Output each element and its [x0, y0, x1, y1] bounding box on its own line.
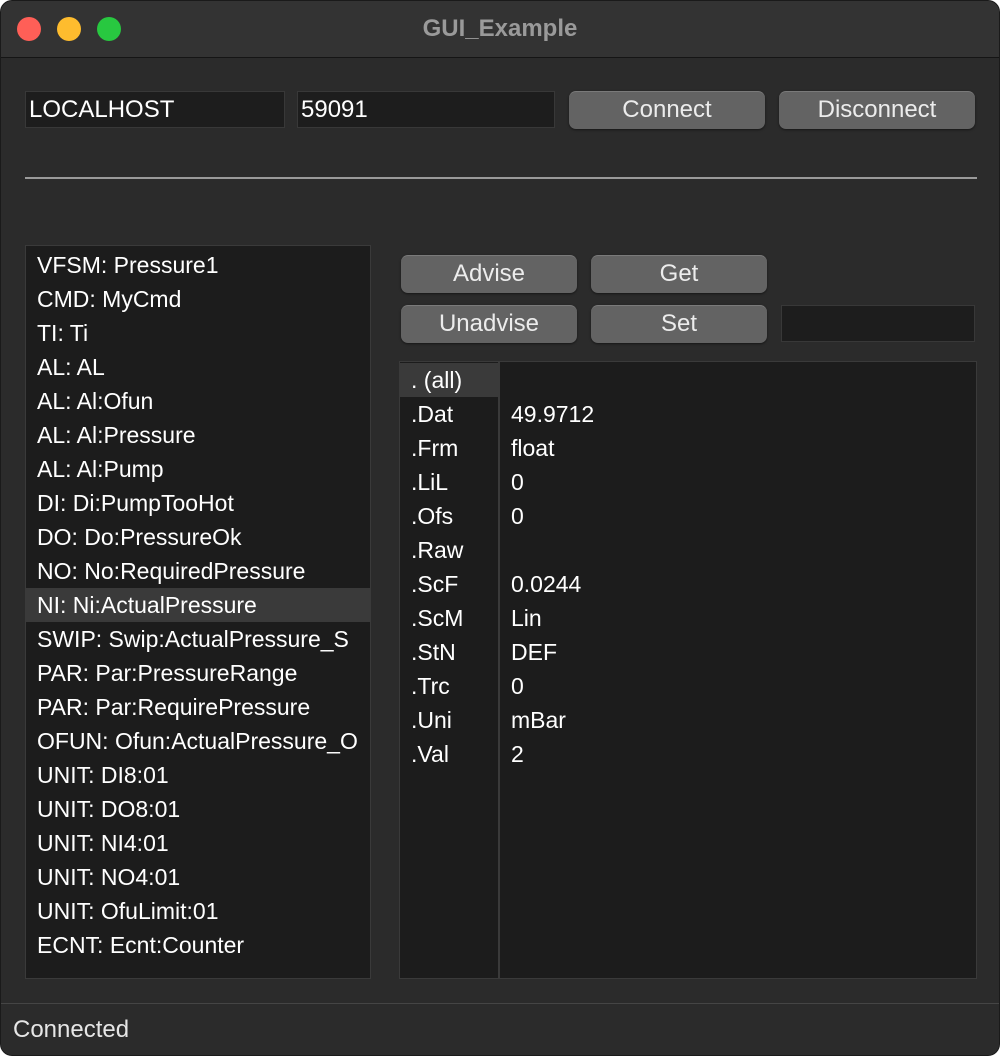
property-key: .StN — [411, 639, 456, 665]
table-row[interactable]: .ScF 0.0244 — [400, 567, 976, 601]
list-item[interactable]: UNIT: OfuLimit:01 — [26, 894, 370, 928]
list-item[interactable]: TI: Ti — [26, 316, 370, 350]
table-row[interactable]: .Ofs 0 — [400, 499, 976, 533]
property-table[interactable]: . (all) .Dat 49.9712 .Frm float .LiL 0 .Ofs 0 .Ra… — [399, 361, 977, 979]
list-item[interactable]: DI: Di:PumpTooHot — [26, 486, 370, 520]
list-item[interactable]: UNIT: DI8:01 — [26, 758, 370, 792]
table-row[interactable]: .Frm float — [400, 431, 976, 465]
property-key: .Dat — [411, 401, 454, 427]
property-key: .Raw — [411, 537, 464, 563]
property-key: .ScM — [411, 605, 464, 631]
list-item[interactable]: PAR: Par:RequirePressure — [26, 690, 370, 724]
status-text: Connected — [13, 1016, 130, 1043]
table-row[interactable]: .Raw — [400, 533, 976, 567]
set-value-input[interactable] — [781, 305, 975, 342]
list-item[interactable]: SWIP: Swip:ActualPressure_S — [26, 622, 370, 656]
property-value: float — [511, 435, 555, 461]
list-item[interactable]: AL: Al:Ofun — [26, 384, 370, 418]
list-item[interactable]: ECNT: Ecnt:Counter — [26, 928, 370, 962]
property-key: .Uni — [411, 707, 452, 733]
list-item[interactable]: AL: Al:Pressure — [26, 418, 370, 452]
list-item[interactable]: VFSM: Pressure1 — [26, 248, 370, 282]
port-input[interactable] — [297, 91, 555, 128]
item-list[interactable]: VFSM: Pressure1 CMD: MyCmd TI: Ti AL: AL AL:… — [25, 245, 371, 979]
list-item[interactable]: NO: No:RequiredPressure — [26, 554, 370, 588]
list-item[interactable]: UNIT: NO4:01 — [26, 860, 370, 894]
list-item[interactable]: UNIT: DO8:01 — [26, 792, 370, 826]
list-item[interactable]: UNIT: NI4:01 — [26, 826, 370, 860]
app-window: GUI_Example Connect Disconnect VFSM: Pre… — [0, 0, 1000, 1056]
host-input[interactable] — [25, 91, 285, 128]
property-key: .Ofs — [411, 503, 454, 529]
set-button[interactable]: Set — [591, 305, 767, 343]
property-value: 0 — [511, 503, 524, 529]
property-value: mBar — [511, 707, 566, 733]
property-value: 0 — [511, 673, 524, 699]
table-row[interactable]: . (all) — [400, 363, 976, 397]
property-key: .LiL — [411, 469, 449, 495]
list-item[interactable]: OFUN: Ofun:ActualPressure_O — [26, 724, 370, 758]
table-row[interactable]: .Dat 49.9712 — [400, 397, 976, 431]
get-button[interactable]: Get — [591, 255, 767, 293]
separator-line — [25, 177, 977, 179]
advise-button[interactable]: Advise — [401, 255, 577, 293]
table-row[interactable]: .ScM Lin — [400, 601, 976, 635]
list-item[interactable]: NI: Ni:ActualPressure — [26, 588, 370, 622]
status-bar: Connected — [1, 1003, 999, 1055]
list-item[interactable]: PAR: Par:PressureRange — [26, 656, 370, 690]
property-value: Lin — [511, 605, 542, 631]
disconnect-button[interactable]: Disconnect — [779, 91, 975, 129]
property-key: .Trc — [411, 673, 450, 699]
property-key: .Val — [411, 741, 449, 767]
list-item[interactable]: AL: AL — [26, 350, 370, 384]
property-key: . (all) — [400, 363, 498, 397]
property-value: 49.9712 — [511, 401, 595, 427]
table-row[interactable]: .Trc 0 — [400, 669, 976, 703]
table-row[interactable]: .Uni mBar — [400, 703, 976, 737]
window-title: GUI_Example — [422, 15, 578, 42]
connect-button[interactable]: Connect — [569, 91, 765, 129]
property-value: 0.0244 — [511, 571, 582, 597]
property-value: 2 — [511, 741, 524, 767]
table-row[interactable]: .StN DEF — [400, 635, 976, 669]
property-key: .ScF — [411, 571, 459, 597]
list-item[interactable]: AL: Al:Pump — [26, 452, 370, 486]
unadvise-button[interactable]: Unadvise — [401, 305, 577, 343]
title-bar[interactable]: GUI_Example — [1, 1, 999, 58]
table-row[interactable]: .Val 2 — [400, 737, 976, 771]
table-row[interactable]: .LiL 0 — [400, 465, 976, 499]
property-key: .Frm — [411, 435, 459, 461]
property-value: DEF — [511, 639, 557, 665]
property-value: 0 — [511, 469, 524, 495]
list-item[interactable]: CMD: MyCmd — [26, 282, 370, 316]
list-item[interactable]: DO: Do:PressureOk — [26, 520, 370, 554]
